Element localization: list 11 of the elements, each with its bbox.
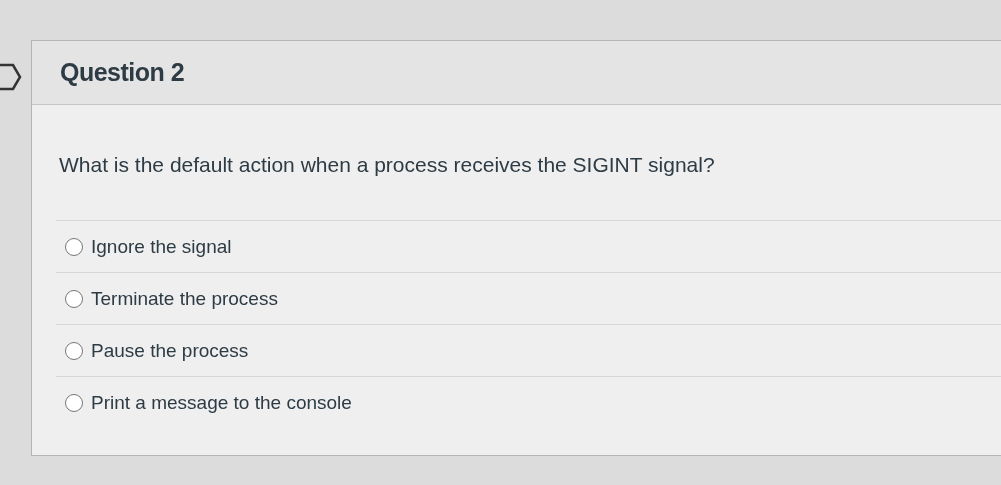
option-label[interactable]: Pause the process bbox=[91, 339, 249, 362]
question-text: What is the default action when a process receives the SIGINT signal? bbox=[58, 152, 716, 178]
bookmark-icon bbox=[0, 62, 22, 92]
option-label[interactable]: Print a message to the console bbox=[91, 391, 352, 414]
question-title: Question 2 bbox=[60, 58, 185, 87]
option-label[interactable]: Terminate the process bbox=[91, 287, 278, 310]
radio-button[interactable] bbox=[65, 341, 83, 360]
radio-button[interactable] bbox=[65, 393, 83, 412]
radio-button[interactable] bbox=[65, 289, 83, 308]
radio-button[interactable] bbox=[65, 237, 83, 256]
option-label[interactable]: Ignore the signal bbox=[91, 235, 232, 258]
